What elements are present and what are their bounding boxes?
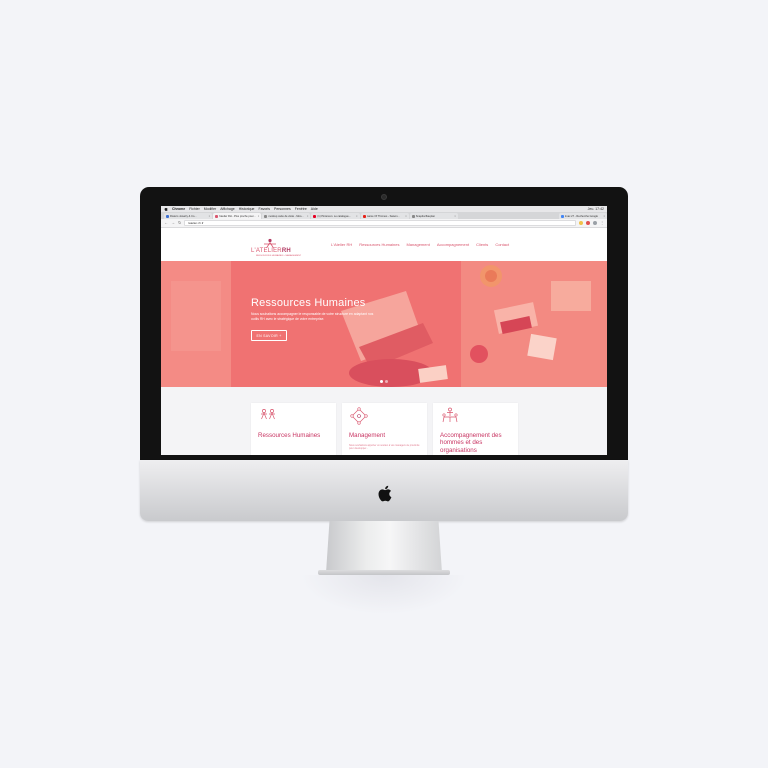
hero-text: Nous souhaitons accompagner le responsab… (251, 312, 374, 321)
card-title: Management (349, 432, 386, 439)
service-card-ressources-humaines[interactable]: Ressources Humaines (251, 403, 336, 455)
browser-tab-strip: Rosie's Jewelry & Co... × l'atelier RH - … (161, 212, 607, 219)
tab-favicon-icon (166, 214, 169, 218)
tab-label: Imac 27 - Recherche Google (564, 214, 599, 218)
logo-text-rh: RH (281, 248, 291, 254)
group-pyramid-icon (442, 407, 458, 423)
nav-latelier-rh[interactable]: L'Atelier RH (331, 242, 352, 247)
tab-label: Game Of Thrones - Saison... (366, 214, 400, 218)
people-pair-icon (261, 409, 275, 420)
hero-title: Ressources Humaines (251, 297, 366, 309)
screen: Chrome Fichier Modifier Affichage Histor… (161, 206, 607, 455)
tab-label: Rosie's Jewelry & Co... (170, 214, 197, 218)
extension-icon[interactable] (593, 221, 597, 225)
url-input[interactable]: latelier-rh.fr (184, 220, 576, 226)
tab-close-icon[interactable]: × (454, 215, 456, 218)
menu-kebab-icon[interactable]: ⋮ (600, 221, 604, 225)
network-diamond-icon (350, 407, 368, 425)
back-arrow-icon[interactable]: ← (164, 221, 168, 225)
tab-favicon-icon (560, 214, 564, 218)
tab-favicon-icon (215, 214, 219, 218)
tab-label: l'atelier RH - Plus proche pour... (219, 214, 256, 218)
hero-background-image (161, 261, 607, 387)
tab-close-icon[interactable]: × (405, 215, 407, 218)
services-section: Ressources Humaines Management Nous souh… (161, 387, 607, 455)
hero-learn-more-button[interactable]: EN SAVOIR + (251, 330, 287, 341)
service-card-accompagnement[interactable]: Accompagnement des hommes et des organis… (433, 403, 518, 455)
logo-tagline: RESSOURCES HUMAINES • MANAGEMENT (256, 255, 302, 257)
stand-reflection (300, 575, 468, 615)
extension-icon[interactable] (579, 221, 583, 225)
tab-favicon-icon (264, 214, 268, 218)
tab-close-icon[interactable]: × (209, 215, 211, 218)
imac-stand (326, 521, 442, 573)
tab-close-icon[interactable]: × (356, 215, 358, 218)
nav-contact[interactable]: Contact (495, 242, 509, 247)
nav-management[interactable]: Management (406, 242, 429, 247)
tab-favicon-icon (362, 214, 366, 218)
apple-menu-icon[interactable] (164, 207, 168, 211)
nav-accompagnement[interactable]: Accompagnement (437, 242, 469, 247)
logo-wordmark[interactable]: L'ATELIERRH (251, 248, 291, 254)
reload-icon[interactable]: ↻ (178, 221, 181, 225)
nav-clients[interactable]: Clients (476, 242, 488, 247)
logo-text: L'ATELIER (251, 248, 282, 254)
slider-dot[interactable] (385, 380, 388, 383)
tab-close-icon[interactable]: × (603, 215, 605, 218)
site-header: L'ATELIERRH RESSOURCES HUMAINES • MANAGE… (161, 229, 607, 261)
tab-label: Snapdocflauplan (415, 214, 436, 218)
tab-favicon-icon (411, 214, 415, 218)
nav-ressources-humaines[interactable]: Ressources Humaines (359, 242, 399, 247)
tab-close-icon[interactable]: × (307, 215, 309, 218)
slider-dots (380, 380, 388, 383)
camera-icon (381, 194, 387, 200)
slider-dot[interactable] (380, 380, 383, 383)
tab-label: (1) Pinterest • Le catalogue... (317, 214, 351, 218)
browser-toolbar: ← → ↻ latelier-rh.fr ⋮ (161, 219, 607, 228)
tab-favicon-icon (313, 214, 317, 218)
extension-icon[interactable] (586, 221, 590, 225)
tab-close-icon[interactable]: × (258, 215, 260, 218)
card-title: Accompagnement des hommes et des organis… (440, 432, 502, 454)
card-text: Nous souhaitons apporter un soutien à vo… (349, 444, 420, 451)
apple-logo-icon (378, 485, 392, 502)
hero-slider: Ressources Humaines Nous souhaitons acco… (161, 261, 607, 387)
service-card-management[interactable]: Management Nous souhaitons apporter un s… (342, 403, 427, 455)
main-nav: L'Atelier RH Ressources Humaines Managem… (331, 242, 509, 247)
card-title: Ressources Humaines (258, 432, 321, 439)
forward-arrow-icon[interactable]: → (171, 221, 175, 225)
tab-label: mockup carte de visite - Moo... (268, 214, 304, 218)
